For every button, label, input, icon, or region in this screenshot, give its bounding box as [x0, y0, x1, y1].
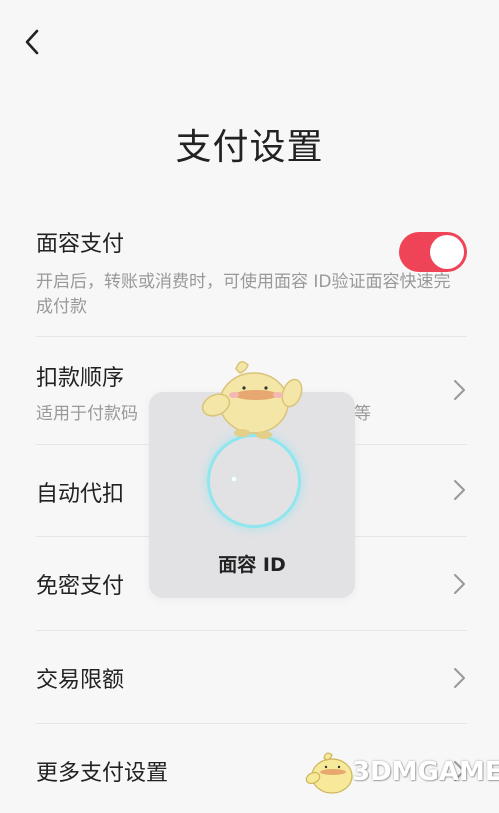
- toggle-knob: [430, 235, 464, 269]
- face-scan-ring-icon: [207, 434, 301, 528]
- back-button[interactable]: [14, 24, 50, 60]
- chevron-right-icon: [454, 574, 465, 594]
- password-free-label: 免密支付: [36, 574, 125, 599]
- scan-dot: [232, 477, 236, 481]
- chevron-right-icon: [454, 480, 465, 500]
- more-settings-label: 更多支付设置: [36, 761, 169, 786]
- chevron-right-icon: [454, 380, 465, 400]
- deduction-order-description-tail: 等: [354, 404, 371, 424]
- transaction-limit-label: 交易限额: [36, 668, 125, 693]
- face-pay-toggle[interactable]: [399, 232, 467, 272]
- face-pay-label: 面容支付: [36, 232, 125, 257]
- transaction-limit-row[interactable]: 交易限额: [36, 630, 467, 724]
- watermark-logo-text: 3DMGAME: [352, 757, 499, 787]
- deduction-order-description: 适用于付款码: [36, 404, 138, 424]
- face-id-label: 面容 ID: [218, 554, 286, 576]
- page-title: 支付设置: [175, 127, 324, 168]
- duck-mascot-icon: [201, 361, 303, 439]
- auto-deduct-label: 自动代扣: [36, 482, 125, 507]
- deduction-order-label: 扣款顺序: [36, 366, 125, 391]
- face-pay-row: 面容支付 开启后，转账或消费时，可使用面容 ID验证面容快速完成付款: [36, 212, 467, 337]
- chevron-right-icon: [454, 668, 465, 688]
- chevron-left-icon: [25, 29, 39, 55]
- face-pay-description: 开启后，转账或消费时，可使用面容 ID验证面容快速完成付款: [36, 272, 451, 317]
